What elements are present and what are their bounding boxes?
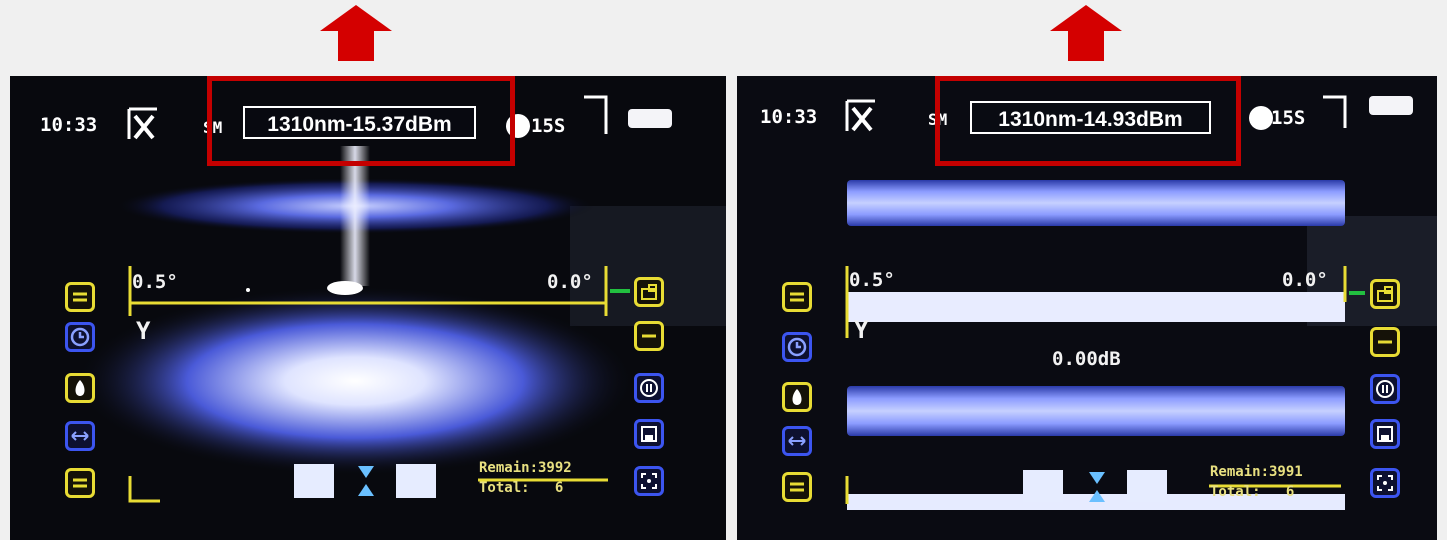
- menu-icon: [1378, 340, 1392, 344]
- total-count: Total: 6: [479, 480, 564, 496]
- clock-time: 10:33: [760, 106, 818, 128]
- counter-block: Remain:3991 Total: 6: [1210, 462, 1303, 502]
- menu-button-right[interactable]: [634, 321, 664, 351]
- screen-button[interactable]: [634, 277, 664, 307]
- remain-count: Remain:3992: [479, 460, 572, 476]
- pause-button[interactable]: [634, 373, 664, 403]
- swap-icon: [73, 292, 87, 302]
- menu-button-right[interactable]: [1370, 327, 1400, 357]
- battery-icon: [1369, 96, 1413, 115]
- screen-button[interactable]: [1370, 279, 1400, 309]
- view-axis-label: Y: [854, 316, 869, 344]
- screen-icon: [1377, 286, 1393, 302]
- save-button[interactable]: [634, 419, 664, 449]
- focus-icon: [641, 473, 657, 489]
- screen-icon: [641, 284, 657, 300]
- flame-icon: [792, 389, 802, 405]
- angle-right: 0.0°: [547, 271, 593, 293]
- timer-button[interactable]: [782, 332, 812, 362]
- pause-button[interactable]: [1370, 374, 1400, 404]
- clock-icon: [787, 337, 807, 357]
- arc-button[interactable]: [782, 382, 812, 412]
- swap-icon: [790, 292, 804, 302]
- timer-button[interactable]: [65, 322, 95, 352]
- save-button[interactable]: [1370, 419, 1400, 449]
- x-axis-icon: [127, 107, 157, 140]
- battery-icon: [628, 109, 672, 128]
- menu-icon: [73, 478, 87, 488]
- clock-time: 10:33: [40, 114, 98, 136]
- swap-button[interactable]: [65, 282, 95, 312]
- focus-button[interactable]: [1370, 468, 1400, 498]
- swap-button[interactable]: [782, 282, 812, 312]
- remain-count: Remain:3991: [1210, 464, 1303, 480]
- splice-loss-value: 0.00dB: [1052, 348, 1121, 370]
- counter-block: Remain:3992 Total: 6: [479, 458, 572, 498]
- arc-icon: [1249, 106, 1273, 130]
- focus-icon: [1377, 475, 1393, 491]
- timer-label: 15S: [1271, 107, 1306, 129]
- angle-right: 0.0°: [1282, 269, 1328, 291]
- focus-button[interactable]: [634, 466, 664, 496]
- pause-icon: [640, 379, 658, 397]
- menu-button[interactable]: [65, 468, 95, 498]
- move-button[interactable]: [65, 421, 95, 451]
- view-axis-label: Y: [136, 317, 151, 345]
- save-icon: [641, 426, 657, 442]
- arrow-up-icon: [1050, 5, 1122, 61]
- x-axis-icon: [845, 99, 875, 132]
- move-button[interactable]: [782, 426, 812, 456]
- clock-icon: [70, 327, 90, 347]
- readout-highlight-box: [935, 76, 1241, 166]
- pause-icon: [1376, 380, 1394, 398]
- menu-icon: [790, 482, 804, 492]
- readout-highlight-box: [207, 76, 515, 166]
- arrow-up-icon: [320, 5, 392, 61]
- timer-label: 15S: [531, 115, 566, 137]
- arrows-icon: [788, 436, 806, 446]
- angle-left: 0.5°: [132, 271, 178, 293]
- save-icon: [1377, 426, 1393, 442]
- menu-icon: [642, 334, 656, 338]
- menu-button[interactable]: [782, 472, 812, 502]
- flame-icon: [75, 380, 85, 396]
- angle-left: 0.5°: [849, 269, 895, 291]
- arc-button[interactable]: [65, 373, 95, 403]
- total-count: Total: 6: [1210, 484, 1295, 500]
- arrows-icon: [71, 431, 89, 441]
